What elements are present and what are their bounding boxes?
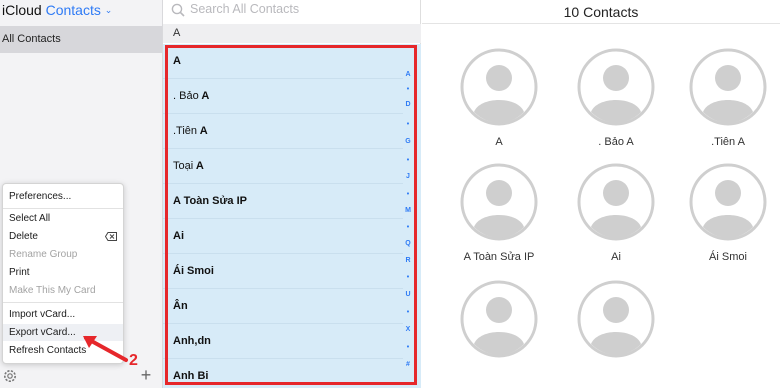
gear-icon[interactable] xyxy=(2,368,18,384)
avatar xyxy=(689,48,767,126)
contact-card[interactable]: A xyxy=(453,48,545,148)
search-bar[interactable]: Search All Contacts xyxy=(163,0,421,22)
contacts-count: 10 Contacts xyxy=(422,0,780,24)
contact-card[interactable]: Ái Smoi xyxy=(682,163,774,263)
selection-highlight-box xyxy=(165,45,417,385)
avatar xyxy=(577,280,655,358)
contact-card[interactable]: . Bảo A xyxy=(570,48,662,148)
step-number-2: 2 xyxy=(129,352,138,369)
avatar xyxy=(460,48,538,126)
card-name: . Bảo A xyxy=(598,136,634,148)
brand-label: iCloud xyxy=(2,2,42,18)
contact-card[interactable] xyxy=(570,280,662,368)
menu-item-select-all[interactable]: Select All xyxy=(3,210,123,227)
card-name: A xyxy=(495,136,503,148)
add-contact-button[interactable]: + xyxy=(139,366,153,384)
menu-item-import-vcard[interactable]: Import vCard... xyxy=(3,306,123,323)
avatar xyxy=(577,163,655,241)
delete-key-icon xyxy=(105,232,117,241)
menu-item-preferences[interactable]: Preferences... xyxy=(3,188,123,205)
contact-card[interactable]: Ai xyxy=(570,163,662,263)
avatar xyxy=(577,48,655,126)
sidebar-item-all-contacts[interactable]: All Contacts xyxy=(0,26,162,53)
menu-item-print[interactable]: Print xyxy=(3,264,123,281)
menu-divider xyxy=(3,302,123,303)
contact-card[interactable] xyxy=(453,280,545,368)
card-name: A Toàn Sửa IP xyxy=(463,251,535,263)
search-input[interactable]: Search All Contacts xyxy=(190,2,299,16)
app-name: Contacts xyxy=(45,2,101,18)
chevron-down-icon: ⌄ xyxy=(104,5,113,15)
avatar xyxy=(460,280,538,358)
menu-item-label: Delete xyxy=(9,231,38,242)
card-name: Ai xyxy=(611,251,621,263)
contact-cards-pane: 10 Contacts A . Bảo A .Tiên A A Toàn Sửa… xyxy=(422,0,780,388)
card-name: Ái Smoi xyxy=(709,251,747,263)
menu-item-rename-group: Rename Group xyxy=(9,249,78,260)
menu-item-delete[interactable]: Delete xyxy=(3,228,123,245)
contact-card[interactable]: .Tiên A xyxy=(682,48,774,148)
contact-card[interactable]: A Toàn Sửa IP xyxy=(453,163,545,263)
card-name: .Tiên A xyxy=(711,136,745,148)
app-title[interactable]: iCloud Contacts ⌄ xyxy=(2,2,112,20)
avatar xyxy=(460,163,538,241)
menu-item-make-my-card: Make This My Card xyxy=(9,285,96,296)
avatar xyxy=(689,163,767,241)
menu-divider xyxy=(3,208,123,209)
section-header: A xyxy=(163,24,421,43)
search-icon xyxy=(171,3,185,17)
